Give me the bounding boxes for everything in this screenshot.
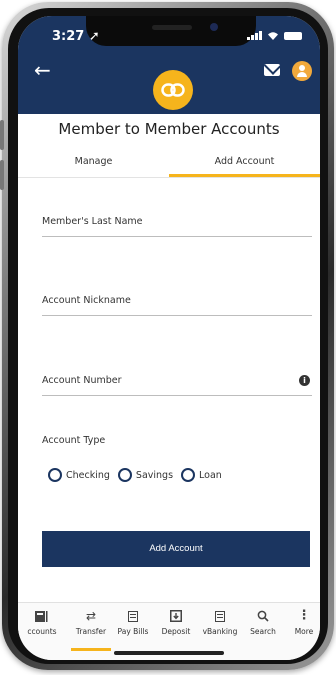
field-underline: [42, 315, 312, 316]
radio-circle-icon: [48, 468, 62, 482]
nav-accounts[interactable]: ccounts: [20, 609, 64, 636]
tab-add-account[interactable]: Add Account: [169, 151, 320, 177]
status-time: 3:27 ➚: [52, 29, 100, 44]
device-notch: [86, 16, 256, 46]
nav-accounts-label: ccounts: [27, 627, 57, 636]
field-underline: [42, 236, 312, 237]
accounts-icon: [20, 609, 64, 623]
radio-circle-icon: [117, 468, 132, 482]
divider: [18, 177, 320, 178]
home-indicator[interactable]: [114, 651, 224, 655]
info-icon[interactable]: i: [299, 375, 310, 386]
transfer-icon: ⇄: [85, 609, 97, 623]
search-icon: [241, 609, 285, 623]
field-underline: [42, 395, 312, 396]
nav-search-label: Search: [250, 627, 276, 636]
account-type-section: Account Type: [42, 435, 312, 449]
account-number-label: Account Number: [42, 375, 122, 386]
add-account-button[interactable]: Add Account: [42, 531, 310, 567]
back-arrow-icon[interactable]: ←: [34, 60, 51, 80]
deposit-icon: [154, 609, 198, 623]
radio-checking-label: Checking: [66, 469, 110, 481]
more-icon: ⋮: [297, 608, 311, 623]
volume-button: [0, 120, 4, 150]
bills-icon: [111, 609, 155, 623]
wifi-icon: [268, 32, 278, 40]
vbanking-icon: [198, 609, 242, 623]
nickname-label: Account Nickname: [42, 295, 131, 306]
active-tab-indicator: [71, 648, 111, 651]
speaker-grille: [152, 25, 192, 30]
nav-deposit[interactable]: Deposit: [154, 609, 198, 636]
tab-manage[interactable]: Manage: [18, 151, 169, 175]
nav-transfer-label: Transfer: [75, 627, 107, 636]
radio-savings[interactable]: Savings: [117, 468, 174, 482]
last-name-label: Member's Last Name: [42, 216, 143, 227]
radio-checking[interactable]: Checking: [48, 468, 110, 482]
camera: [210, 23, 218, 31]
nav-more[interactable]: ⋮ More: [282, 608, 320, 637]
account-type-options: Checking Savings Loan: [48, 468, 222, 482]
battery-icon: [284, 31, 302, 40]
radio-circle-icon: [181, 468, 196, 482]
nav-pay-bills[interactable]: Pay Bills: [111, 609, 155, 636]
page-title: Member to Member Accounts: [58, 120, 280, 138]
signal-icon: [247, 31, 262, 40]
nav-vbanking-label: vBanking: [202, 627, 238, 636]
volume-button: [0, 160, 4, 190]
link-icon: [153, 70, 193, 110]
nav-pay-bills-label: Pay Bills: [117, 627, 149, 636]
nav-vbanking[interactable]: vBanking: [198, 609, 242, 636]
radio-loan[interactable]: Loan: [181, 468, 222, 482]
nickname-field[interactable]: Account Nickname: [42, 295, 312, 317]
nav-deposit-label: Deposit: [161, 627, 191, 636]
status-icons: [247, 31, 302, 40]
account-type-label: Account Type: [42, 435, 106, 446]
radio-savings-label: Savings: [135, 469, 174, 481]
mail-icon[interactable]: [264, 64, 280, 76]
nav-search[interactable]: Search: [241, 609, 285, 636]
account-number-field[interactable]: Account Number i: [42, 375, 312, 397]
tab-bar: Manage Add Account: [18, 151, 320, 177]
nav-more-label: More: [294, 627, 314, 636]
app-screen: 3:27 ➚ ← Member to Member Accounts Manag…: [18, 16, 320, 660]
radio-loan-label: Loan: [199, 469, 222, 481]
last-name-field[interactable]: Member's Last Name: [42, 216, 312, 238]
profile-avatar-icon[interactable]: [292, 61, 312, 81]
nav-transfer[interactable]: ⇄ Transfer: [69, 609, 113, 636]
